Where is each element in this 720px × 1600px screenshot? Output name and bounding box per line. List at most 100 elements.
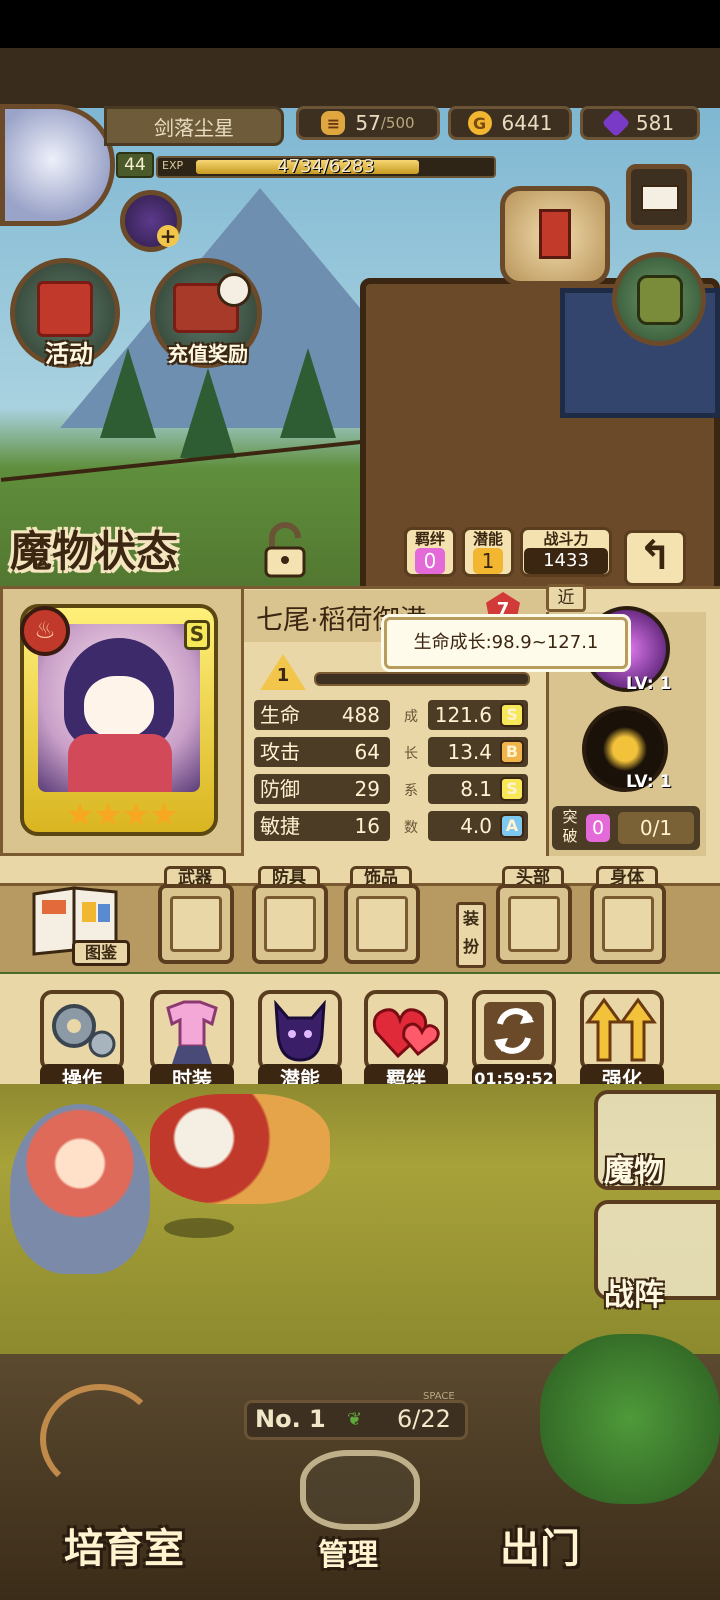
gem-shop-button[interactable]: + (120, 190, 182, 252)
envelope-icon (641, 185, 679, 211)
accessory-slot[interactable] (344, 884, 420, 964)
activity-label: 活动 (45, 340, 93, 368)
ally-monster-sprite (10, 1104, 150, 1274)
gold-counter[interactable]: G 6441 (448, 106, 572, 140)
breakthrough-label: 突破 (562, 808, 578, 845)
shadow-spirit-icon (274, 999, 326, 1062)
back-arrow-icon: ↰ (638, 533, 672, 579)
keys-icon (300, 1450, 420, 1530)
refresh-icon (484, 1002, 544, 1060)
bond-stat-value: 0 (415, 548, 445, 574)
backpack-icon (637, 275, 683, 325)
tree-decoration (280, 348, 336, 438)
stat-grade-badge: S (500, 703, 524, 727)
tree-decoration (180, 368, 236, 458)
fox-monster-sprite (150, 1094, 330, 1204)
stat-growth: 13.4 (447, 740, 492, 764)
up-arrows-icon (585, 997, 657, 1062)
monster-kimono (68, 734, 172, 792)
manage-button[interactable]: 管理 (318, 1530, 378, 1574)
attack-range-tag: 近 (546, 584, 586, 612)
stat-value: 16 (354, 814, 380, 838)
armor-slot-inner (264, 896, 316, 952)
monster-artwork (38, 624, 200, 792)
space-label: SPACE (423, 1391, 455, 1402)
head-slot[interactable] (496, 884, 572, 964)
bond-button[interactable] (364, 990, 448, 1072)
player-avatar[interactable] (0, 104, 115, 226)
monster-rank-badge: S (184, 620, 210, 650)
growth-tooltip: 生命成长:98.9~127.1 (384, 617, 628, 669)
refresh-button[interactable] (472, 990, 556, 1072)
dress-up-label: 装扮 (456, 902, 486, 968)
potential-stat: 潜能 1 (462, 527, 514, 577)
potential-stat-value: 1 (473, 548, 503, 574)
exp-bar: EXP 4734/6283 (156, 156, 496, 178)
stat-growth: 8.1 (460, 777, 492, 801)
breakthrough-count: 0 (586, 814, 610, 842)
monster-face (84, 676, 154, 738)
formation-label: 战阵 (604, 1278, 664, 1313)
monster-list-label: 魔物 (604, 1154, 664, 1189)
gear-icon (52, 1004, 116, 1058)
room-number-box[interactable]: No. 1 ❦ SPACE 6/22 (244, 1391, 468, 1440)
skill-level-label: LV: 1 (626, 772, 672, 792)
potential-button[interactable] (258, 990, 342, 1072)
plus-icon: + (157, 225, 179, 247)
stamina-counter[interactable]: ≡ 57 /500 (296, 106, 440, 140)
gold-value: 6441 (501, 111, 553, 135)
gem-value: 581 (635, 111, 675, 135)
bond-stat: 羁绊 0 (404, 527, 456, 577)
exit-button[interactable]: 出门 (500, 1516, 580, 1574)
purple-gem-icon (601, 108, 631, 138)
enhance-button[interactable] (580, 990, 664, 1072)
gem-counter[interactable]: 581 (580, 106, 700, 140)
codex-label: 图鉴 (72, 940, 130, 966)
sprout-icon: ❦ (347, 1409, 363, 1430)
stat-growth: 4.0 (460, 814, 492, 838)
armor-slot[interactable] (252, 884, 328, 964)
growth-column-char: 数 (404, 820, 418, 836)
quest-scroll-button[interactable] (500, 186, 610, 286)
battle-power-stat: 战斗力 1433 (520, 527, 612, 577)
growth-column-char: 长 (404, 746, 418, 762)
monster-level-bar (314, 672, 530, 686)
gold-coin-icon: G (467, 111, 492, 135)
battle-power-label: 战斗力 (543, 530, 589, 548)
body-slot[interactable] (590, 884, 666, 964)
breakthrough-progress: 0/1 (618, 812, 694, 844)
star-rating (66, 802, 178, 836)
hearts-icon (372, 1008, 440, 1059)
head-slot-inner (508, 896, 560, 952)
space-value: 6/22 (397, 1405, 451, 1433)
sprite-shadow (164, 1218, 234, 1238)
stat-value: 29 (354, 777, 380, 801)
stat-value: 64 (354, 740, 380, 764)
weapon-slot-inner (170, 896, 222, 952)
stat-name: 生命 (260, 703, 300, 727)
fire-element-icon: ♨ (20, 606, 70, 656)
nursery-button[interactable]: 培育室 (64, 1516, 184, 1574)
player-name: 剑落尘星 (154, 115, 234, 140)
operate-button[interactable] (40, 990, 124, 1072)
player-level-badge: 44 (116, 152, 154, 178)
lock-icon (264, 522, 306, 578)
fashion-button[interactable] (150, 990, 234, 1072)
tree-decoration (540, 1334, 720, 1504)
star-icon (67, 802, 93, 826)
mail-button[interactable] (626, 164, 692, 230)
skill-level-label: LV: 1 (626, 674, 672, 694)
recharge-reward-label: 充值奖励 (168, 342, 248, 366)
weapon-slot[interactable] (158, 884, 234, 964)
clothes-icon (166, 1000, 218, 1064)
lock-button[interactable] (254, 520, 316, 582)
back-button[interactable]: ↰ (624, 530, 686, 586)
player-name-plate: 剑落尘星 (104, 106, 284, 146)
backpack-button[interactable] (612, 252, 706, 346)
growth-column-char: 成 (404, 709, 418, 725)
breakthrough-row[interactable]: 突破 0 0/1 (552, 806, 700, 850)
gift-box-icon (37, 281, 93, 337)
stat-grade-badge: B (500, 740, 524, 764)
stat-value: 488 (341, 703, 380, 727)
battle-power-value: 1433 (524, 548, 608, 574)
